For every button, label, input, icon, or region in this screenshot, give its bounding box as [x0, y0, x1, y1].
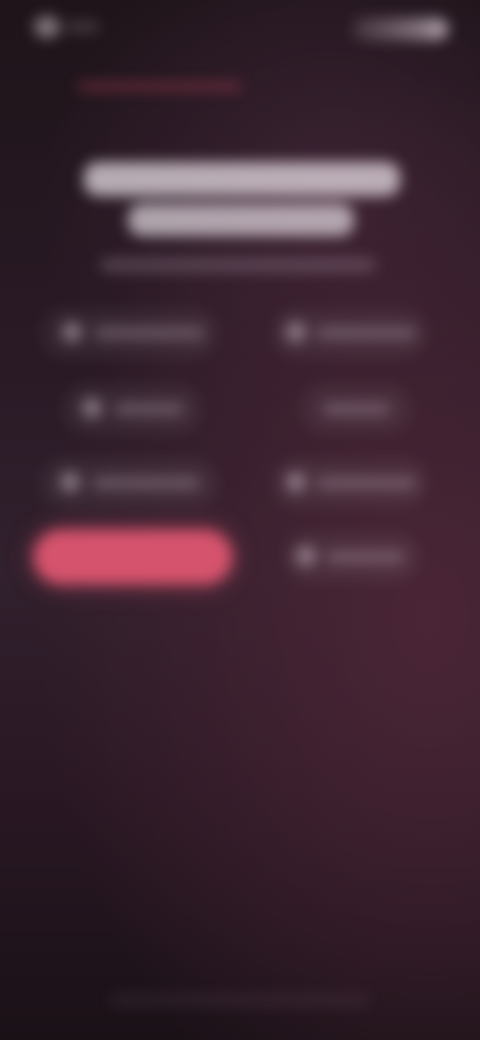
option-label-text-7: [34, 530, 35, 531]
option-label-text-1: [94, 327, 95, 328]
option-chip-3[interactable]: [62, 384, 202, 434]
onboarding-screen: [0, 0, 480, 1040]
option-chip-2[interactable]: [272, 308, 428, 358]
option-label: [316, 327, 416, 339]
option-icon: [296, 546, 316, 566]
option-label: [322, 403, 390, 415]
status-bar-time: [66, 22, 100, 32]
option-chip-6[interactable]: [272, 458, 428, 508]
option-label: [326, 551, 404, 563]
option-icon: [286, 472, 306, 492]
page-subtitle: [100, 258, 376, 272]
option-chip-4[interactable]: [300, 384, 412, 434]
option-chip-1[interactable]: [40, 308, 218, 358]
option-chip-7-selected[interactable]: [34, 530, 232, 584]
option-label-text-6: [316, 477, 317, 478]
page-subtitle-text: [100, 258, 101, 259]
app-icon: [34, 16, 60, 38]
option-icon: [60, 472, 80, 492]
option-label: [114, 403, 184, 415]
bottom-hint: [110, 994, 370, 1006]
progress-accent-bar: [78, 84, 242, 89]
page-title-line-1: [84, 162, 400, 196]
option-icon: [82, 398, 102, 418]
blurred-content: [0, 0, 480, 1040]
option-label: [94, 327, 204, 339]
option-label-text-4: [322, 403, 323, 404]
option-chip-5[interactable]: [40, 458, 218, 508]
page-title-line-1-text: [84, 162, 85, 163]
page-title-line-2: [128, 204, 354, 236]
option-label-text-3: [114, 403, 115, 404]
bottom-hint-text: [110, 994, 111, 995]
option-chip-8[interactable]: [284, 532, 420, 582]
option-label-text-2: [316, 327, 317, 328]
option-icon: [62, 322, 82, 342]
option-label: [92, 477, 200, 489]
status-indicators-icon: [352, 18, 448, 40]
option-icon: [286, 322, 306, 342]
option-label: [316, 477, 416, 489]
page-title-line-2-text: [128, 204, 129, 205]
option-label-text-8: [326, 551, 327, 552]
option-label-text-5: [92, 477, 93, 478]
